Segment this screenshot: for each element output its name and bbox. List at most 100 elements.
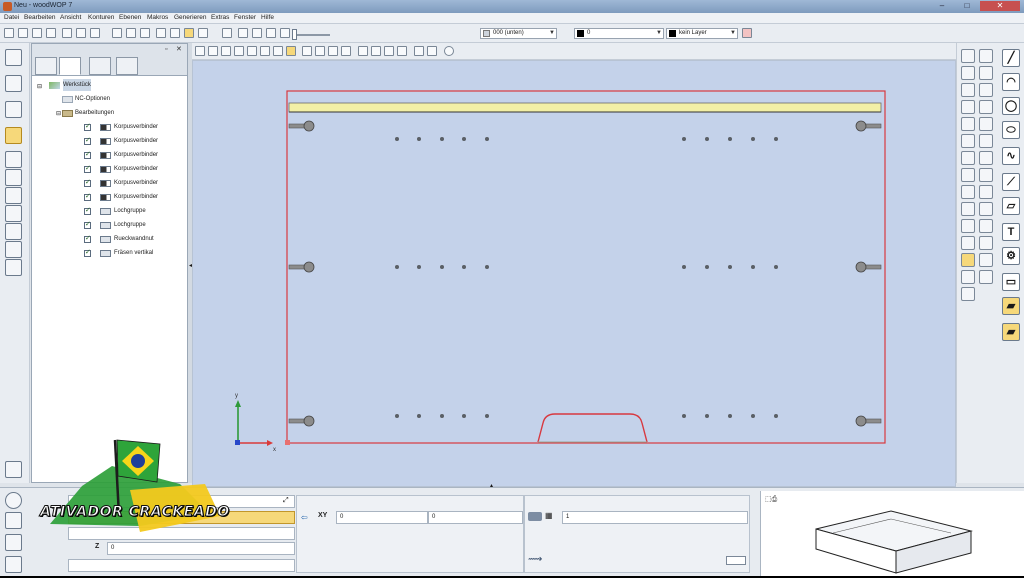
view-right-icon[interactable]: [260, 46, 270, 56]
drill-horizontal-icon[interactable]: [5, 127, 22, 144]
item-enabled-checkbox[interactable]: [84, 136, 91, 145]
item-enabled-checkbox[interactable]: [84, 234, 91, 243]
layer-icon[interactable]: [961, 236, 975, 250]
tree-node-nc-options[interactable]: NC-Optionen: [75, 93, 110, 105]
collapse-left-arrow-icon[interactable]: ◂: [189, 262, 192, 269]
cube-iso-icon[interactable]: [184, 28, 194, 38]
machine-icon[interactable]: [222, 28, 232, 38]
layer-settings-icon[interactable]: [742, 28, 752, 38]
cube-front-icon[interactable]: [156, 28, 166, 38]
menu-extras[interactable]: Extras: [211, 14, 229, 21]
cut-icon[interactable]: [62, 28, 72, 38]
contour-icon[interactable]: [961, 168, 975, 182]
milling-tool-icon[interactable]: [5, 169, 22, 186]
pin-icon[interactable]: ▫: [165, 46, 173, 54]
item-enabled-checkbox[interactable]: [84, 220, 91, 229]
menu-generieren[interactable]: Generieren: [174, 14, 207, 21]
menu-datei[interactable]: Datei: [4, 14, 19, 21]
fillet-icon[interactable]: [979, 134, 993, 148]
tree-node-operation[interactable]: Korpusverbinder: [114, 149, 158, 161]
item-enabled-checkbox[interactable]: [84, 178, 91, 187]
router-tool-icon[interactable]: [5, 187, 22, 204]
tab-contours[interactable]: [35, 57, 57, 75]
x-field[interactable]: 0: [336, 511, 428, 524]
view-back-icon[interactable]: [234, 46, 244, 56]
clamp-tool-icon[interactable]: [5, 461, 22, 478]
line-tool-icon[interactable]: ╱: [1002, 49, 1020, 67]
zoom-out-icon[interactable]: [341, 46, 351, 56]
mirror-icon[interactable]: [961, 83, 975, 97]
start-point-icon[interactable]: [979, 185, 993, 199]
copy-page-icon[interactable]: [126, 28, 136, 38]
layout-icon[interactable]: [414, 46, 424, 56]
delete-icon[interactable]: [961, 202, 975, 216]
save-icon[interactable]: [32, 28, 42, 38]
view-side-icon[interactable]: [221, 46, 231, 56]
minimize-button[interactable]: –: [930, 1, 954, 11]
menu-fenster[interactable]: Fenster: [234, 14, 256, 21]
color-select[interactable]: 0 ▼: [574, 28, 664, 39]
snap-icon[interactable]: [384, 46, 394, 56]
step-prev-icon[interactable]: [252, 28, 262, 38]
param-row-5[interactable]: [68, 559, 295, 572]
sheet-tool-icon[interactable]: ▱: [1002, 197, 1020, 215]
tree-node-operation[interactable]: Korpusverbinder: [114, 191, 158, 203]
ellipse-tool-icon[interactable]: ⬭: [1002, 121, 1020, 139]
tab-tools[interactable]: [116, 57, 138, 75]
tree-node-operation[interactable]: Korpusverbinder: [114, 177, 158, 189]
offset-icon[interactable]: [979, 151, 993, 165]
item-enabled-checkbox[interactable]: [84, 248, 91, 257]
reverse-icon[interactable]: [961, 185, 975, 199]
info-icon[interactable]: [979, 270, 993, 284]
macro-tool-icon[interactable]: [5, 241, 22, 258]
zoom-in-icon[interactable]: [328, 46, 338, 56]
view-left-icon[interactable]: [247, 46, 257, 56]
measure-icon[interactable]: [397, 46, 407, 56]
tool-wheel-icon[interactable]: [5, 492, 22, 509]
circle-tool-icon[interactable]: ◯: [1002, 97, 1020, 115]
tree-node-operation[interactable]: Lochgruppe: [114, 219, 146, 231]
dimension-icon[interactable]: [979, 219, 993, 233]
tool-path-icon[interactable]: ⟿: [528, 554, 542, 565]
tree-node-workpiece[interactable]: Werkstück: [63, 79, 91, 91]
grid-icon[interactable]: [371, 46, 381, 56]
item-enabled-checkbox[interactable]: [84, 164, 91, 173]
component-tool-icon[interactable]: [5, 259, 22, 276]
join-icon[interactable]: [979, 117, 993, 131]
move-icon[interactable]: [961, 66, 975, 80]
item-enabled-checkbox[interactable]: [84, 150, 91, 159]
extend-icon[interactable]: [961, 117, 975, 131]
spline-tool-icon[interactable]: ∿: [1002, 147, 1020, 165]
copy-icon[interactable]: [979, 83, 993, 97]
saw-tool-icon[interactable]: [5, 151, 22, 168]
close-contour-icon[interactable]: [979, 168, 993, 182]
view-bottom-icon[interactable]: [273, 46, 283, 56]
play-icon[interactable]: [266, 28, 276, 38]
zoom-all-icon[interactable]: [315, 46, 325, 56]
grid-icon[interactable]: [961, 219, 975, 233]
align-icon[interactable]: [961, 100, 975, 114]
3d-preview-panel[interactable]: ⬚⎙: [760, 491, 1024, 576]
menu-ebenen[interactable]: Ebenen: [119, 14, 141, 21]
chamfer-icon[interactable]: [961, 151, 975, 165]
view-iso-icon[interactable]: [286, 46, 296, 56]
new-file-icon[interactable]: [4, 28, 14, 38]
split-view-icon[interactable]: [427, 46, 437, 56]
preview-toolbar-icon[interactable]: ⬚⎙: [765, 495, 777, 504]
plane-select[interactable]: 000 (unten) ▼: [480, 28, 557, 39]
workpiece-tool-icon[interactable]: [5, 75, 22, 92]
expand-icon[interactable]: ⊟: [37, 83, 42, 90]
cad-viewport[interactable]: y x ◂ ▴: [189, 60, 956, 489]
help-icon[interactable]: [961, 287, 975, 301]
list-icon[interactable]: [5, 534, 22, 551]
tree-node-operation[interactable]: Rueckwandnut: [114, 233, 154, 245]
palette-icon[interactable]: [979, 49, 993, 63]
rectangle-icon[interactable]: [5, 512, 22, 529]
view-front-icon[interactable]: [208, 46, 218, 56]
save-all-icon[interactable]: [46, 28, 56, 38]
item-enabled-checkbox[interactable]: [84, 192, 91, 201]
menu-makros[interactable]: Makros: [147, 14, 168, 21]
paste-icon[interactable]: [90, 28, 100, 38]
expand-panel-icon[interactable]: ⤢: [283, 497, 289, 505]
document-icon[interactable]: [112, 28, 122, 38]
